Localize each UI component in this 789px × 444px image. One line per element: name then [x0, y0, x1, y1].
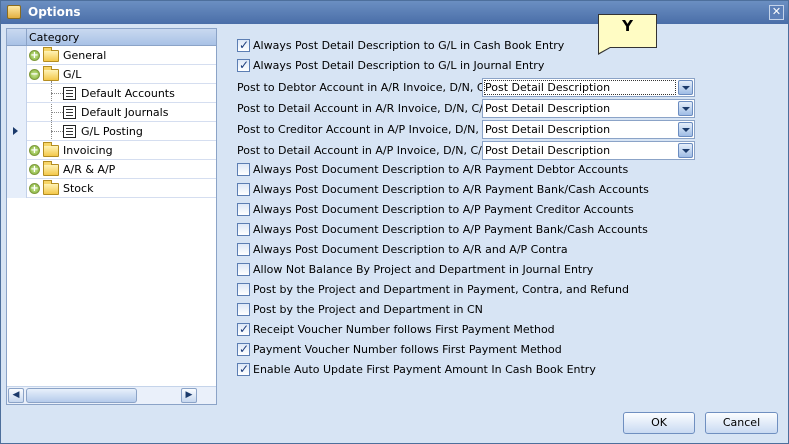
- combo-creditor-ap[interactable]: Post Detail Description: [482, 120, 695, 139]
- checkbox[interactable]: [237, 243, 250, 256]
- window-title: Options: [28, 5, 81, 19]
- tree-item-default-journals[interactable]: Default Journals: [7, 103, 216, 122]
- combo-label-debtor-ar: Post to Debtor Account in A/R Invoice, D…: [237, 81, 497, 94]
- document-icon: [63, 106, 76, 119]
- options-dialog: Options ✕ Category + General − G/L Defau…: [0, 0, 789, 444]
- tooltip: Y: [598, 14, 657, 48]
- cancel-button[interactable]: Cancel: [705, 412, 778, 434]
- checkbox[interactable]: [237, 263, 250, 276]
- combo-debtor-ar[interactable]: Post Detail Description: [482, 78, 695, 97]
- folder-open-icon: [43, 66, 59, 81]
- checkbox[interactable]: [237, 203, 250, 216]
- scroll-left-icon[interactable]: ◀: [8, 388, 24, 403]
- title-bar[interactable]: Options ✕: [1, 1, 788, 24]
- folder-icon: [43, 47, 59, 62]
- tree-item-ar-ap[interactable]: + A/R & A/P: [7, 160, 216, 179]
- tree-item-general[interactable]: + General: [7, 46, 216, 65]
- tree-item-gl[interactable]: − G/L: [7, 65, 216, 84]
- category-header: Category: [7, 29, 216, 46]
- dropdown-arrow-icon[interactable]: [678, 101, 693, 116]
- checkbox[interactable]: [237, 303, 250, 316]
- folder-icon: [43, 142, 59, 157]
- tree-item-invoicing[interactable]: + Invoicing: [7, 141, 216, 160]
- tree-item-stock[interactable]: + Stock: [7, 179, 216, 198]
- combo-detail-ar[interactable]: Post Detail Description: [482, 99, 695, 118]
- combo-label-detail-ar: Post to Detail Account in A/R Invoice, D…: [237, 102, 492, 115]
- combo-detail-ap[interactable]: Post Detail Description: [482, 141, 695, 160]
- checkbox[interactable]: [237, 322, 250, 336]
- combo-label-creditor-ap: Post to Creditor Account in A/P Invoice,…: [237, 123, 503, 136]
- folder-icon: [43, 161, 59, 176]
- close-button[interactable]: ✕: [769, 5, 784, 20]
- ok-button[interactable]: OK: [623, 412, 695, 434]
- combo-label-detail-ap: Post to Detail Account in A/P Invoice, D…: [237, 144, 491, 157]
- current-row-indicator-icon: [13, 127, 18, 135]
- collapse-icon[interactable]: −: [29, 69, 40, 80]
- close-icon: ✕: [771, 5, 782, 18]
- expand-icon[interactable]: +: [29, 145, 40, 156]
- checkbox[interactable]: [237, 58, 250, 72]
- dropdown-arrow-icon[interactable]: [678, 143, 693, 158]
- tree-item-gl-posting[interactable]: G/L Posting: [7, 122, 216, 141]
- scroll-right-icon[interactable]: ▶: [181, 388, 197, 403]
- category-tree: Category + General − G/L Default Account…: [6, 28, 217, 405]
- tree-item-default-accounts[interactable]: Default Accounts: [7, 84, 216, 103]
- app-icon: [7, 5, 21, 19]
- checkbox[interactable]: [237, 38, 250, 52]
- checkbox[interactable]: [237, 183, 250, 196]
- checkbox[interactable]: [237, 163, 250, 176]
- checkbox[interactable]: [237, 283, 250, 296]
- dropdown-arrow-icon[interactable]: [678, 80, 693, 95]
- expand-icon[interactable]: +: [29, 50, 40, 61]
- tree-horizontal-scrollbar[interactable]: ◀ ▶: [7, 386, 216, 404]
- document-icon: [63, 125, 76, 138]
- expand-icon[interactable]: +: [29, 164, 40, 175]
- checkbox[interactable]: [237, 223, 250, 236]
- checkbox[interactable]: [237, 342, 250, 356]
- dropdown-arrow-icon[interactable]: [678, 122, 693, 137]
- expand-icon[interactable]: +: [29, 183, 40, 194]
- checkbox[interactable]: [237, 362, 250, 376]
- folder-icon: [43, 180, 59, 195]
- scroll-thumb[interactable]: [26, 388, 137, 403]
- document-icon: [63, 87, 76, 100]
